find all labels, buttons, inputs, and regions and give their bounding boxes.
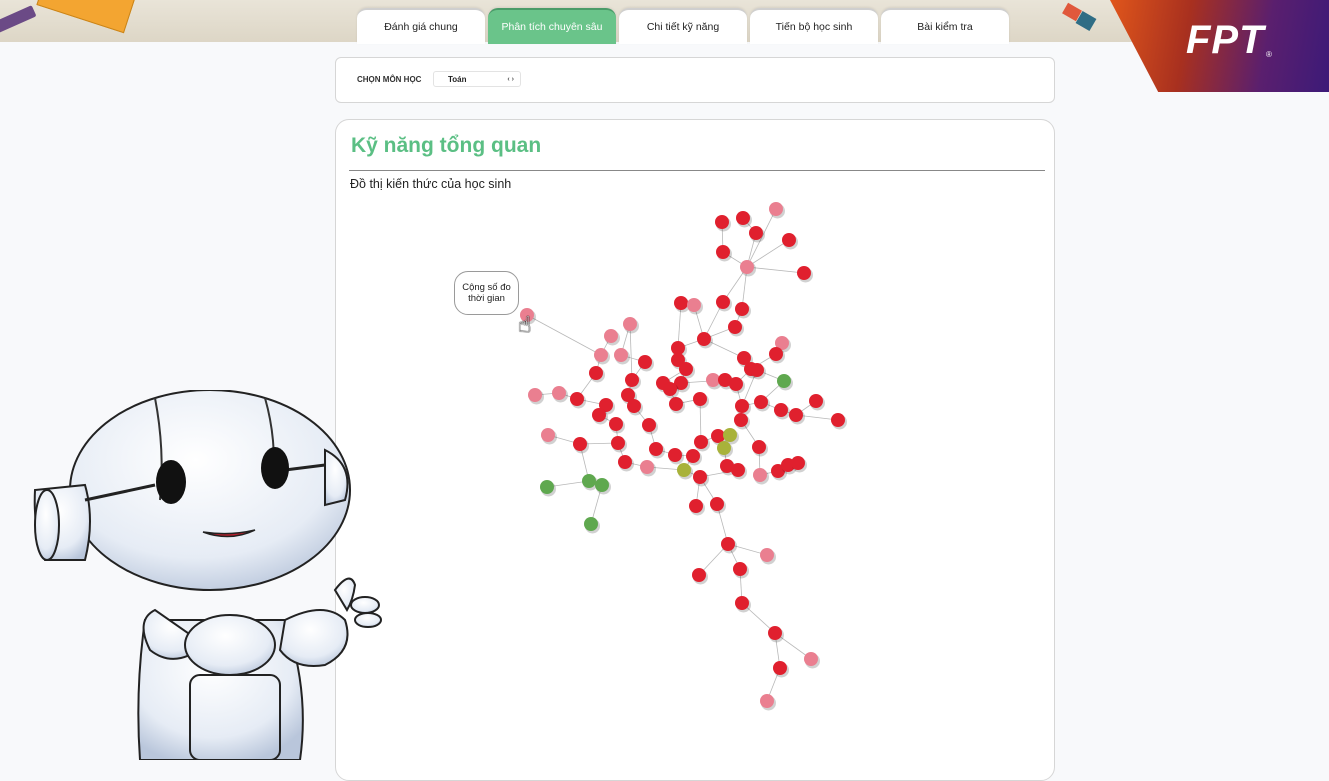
- graph-edge: [526, 314, 602, 356]
- graph-node[interactable]: [686, 449, 700, 463]
- graph-node[interactable]: [809, 394, 823, 408]
- graph-node[interactable]: [753, 468, 767, 482]
- graph-node[interactable]: [677, 463, 691, 477]
- graph-node[interactable]: [669, 397, 683, 411]
- graph-node[interactable]: [627, 399, 641, 413]
- graph-node[interactable]: [649, 442, 663, 456]
- graph-node[interactable]: [584, 517, 598, 531]
- graph-node[interactable]: [592, 408, 606, 422]
- graph-node[interactable]: [618, 455, 632, 469]
- graph-node[interactable]: [710, 497, 724, 511]
- graph-node[interactable]: [797, 266, 811, 280]
- graph-node[interactable]: [623, 317, 637, 331]
- graph-node[interactable]: [735, 302, 749, 316]
- graph-node[interactable]: [760, 694, 774, 708]
- graph-node[interactable]: [789, 408, 803, 422]
- graph-node[interactable]: [671, 341, 685, 355]
- graph-node[interactable]: [541, 428, 555, 442]
- graph-node[interactable]: [773, 661, 787, 675]
- graph-node[interactable]: [769, 202, 783, 216]
- graph-node[interactable]: [706, 373, 720, 387]
- graph-node[interactable]: [694, 435, 708, 449]
- graph-node[interactable]: [611, 436, 625, 450]
- graph-node[interactable]: [804, 652, 818, 666]
- graph-node[interactable]: [734, 413, 748, 427]
- graph-node[interactable]: [594, 348, 608, 362]
- graph-node[interactable]: [749, 226, 763, 240]
- graph-node[interactable]: [729, 377, 743, 391]
- graph-node[interactable]: [642, 418, 656, 432]
- graph-node[interactable]: [782, 233, 796, 247]
- graph-node[interactable]: [528, 388, 542, 402]
- graph-node[interactable]: [735, 596, 749, 610]
- graph-node[interactable]: [760, 548, 774, 562]
- graph-node[interactable]: [570, 392, 584, 406]
- graph-node[interactable]: [736, 211, 750, 225]
- graph-node[interactable]: [750, 363, 764, 377]
- node-tooltip: Cộng số đo thời gian: [454, 271, 519, 315]
- graph-node[interactable]: [697, 332, 711, 346]
- graph-node[interactable]: [693, 470, 707, 484]
- graph-node[interactable]: [625, 373, 639, 387]
- graph-node[interactable]: [740, 260, 754, 274]
- graph-node[interactable]: [721, 537, 735, 551]
- graph-node[interactable]: [733, 562, 747, 576]
- graph-node[interactable]: [728, 320, 742, 334]
- graph-node[interactable]: [595, 478, 609, 492]
- graph-node[interactable]: [752, 440, 766, 454]
- graph-node[interactable]: [689, 499, 703, 513]
- graph-node[interactable]: [582, 474, 596, 488]
- graph-node[interactable]: [589, 366, 603, 380]
- robot-mascot: [33, 390, 382, 760]
- graph-node[interactable]: [723, 428, 737, 442]
- graph-node[interactable]: [716, 245, 730, 259]
- graph-node[interactable]: [716, 295, 730, 309]
- graph-node[interactable]: [674, 296, 688, 310]
- graph-node[interactable]: [540, 480, 554, 494]
- graph-node[interactable]: [754, 395, 768, 409]
- graph-node[interactable]: [831, 413, 845, 427]
- graph-node[interactable]: [768, 626, 782, 640]
- graph-node[interactable]: [717, 441, 731, 455]
- graph-node[interactable]: [552, 386, 566, 400]
- graph-node[interactable]: [693, 392, 707, 406]
- hand-cursor-icon: ☝: [518, 312, 532, 337]
- graph-node[interactable]: [573, 437, 587, 451]
- graph-node[interactable]: [640, 460, 654, 474]
- graph-node[interactable]: [609, 417, 623, 431]
- graph-node[interactable]: [679, 362, 693, 376]
- graph-node[interactable]: [692, 568, 706, 582]
- graph-node[interactable]: [715, 215, 729, 229]
- graph-node[interactable]: [687, 298, 701, 312]
- graph-node[interactable]: [668, 448, 682, 462]
- graph-node[interactable]: [663, 382, 677, 396]
- graph-node[interactable]: [774, 403, 788, 417]
- graph-node[interactable]: [638, 355, 652, 369]
- graph-node[interactable]: [731, 463, 745, 477]
- graph-node[interactable]: [791, 456, 805, 470]
- graph-node[interactable]: [604, 329, 618, 343]
- graph-node[interactable]: [614, 348, 628, 362]
- graph-node[interactable]: [769, 347, 783, 361]
- graph-node[interactable]: [735, 399, 749, 413]
- graph-node[interactable]: [777, 374, 791, 388]
- graph-node[interactable]: [711, 429, 725, 443]
